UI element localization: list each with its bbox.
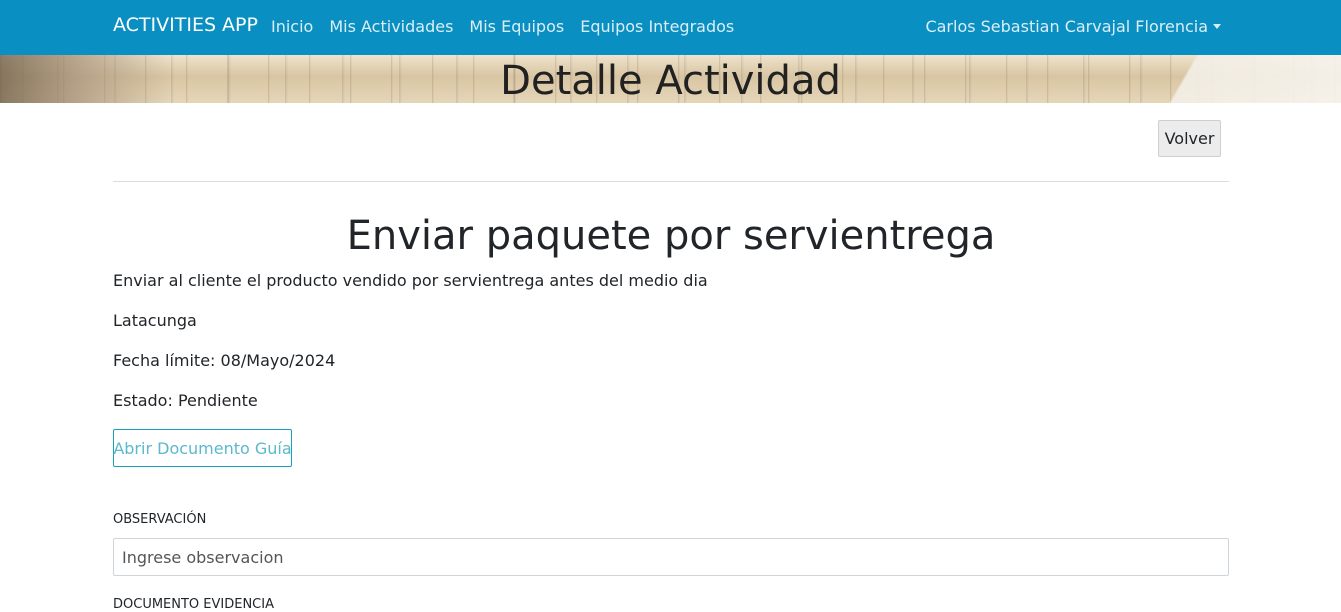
app-brand[interactable]: ACTIVITIES APP: [113, 14, 258, 36]
nav-links: Inicio Mis Actividades Mis Equipos Equip…: [271, 17, 750, 36]
nav-link-mis-equipos[interactable]: Mis Equipos: [469, 17, 564, 36]
observation-label: Observación: [113, 512, 207, 527]
top-navbar: ACTIVITIES APP Inicio Mis Actividades Mi…: [0, 0, 1341, 55]
activity-deadline: Fecha límite: 08/Mayo/2024: [113, 351, 336, 370]
nav-link-equipos-integrados[interactable]: Equipos Integrados: [580, 17, 734, 36]
activity-description: Enviar al cliente el producto vendido po…: [113, 271, 708, 290]
user-menu-dropdown[interactable]: Carlos Sebastian Carvajal Florencia: [925, 17, 1221, 36]
nav-link-mis-actividades[interactable]: Mis Actividades: [329, 17, 453, 36]
back-button[interactable]: Volver: [1158, 120, 1221, 157]
activity-title: Enviar paquete por servientrega: [346, 213, 996, 259]
page-title: Detalle Actividad: [500, 58, 841, 103]
caret-down-icon: [1213, 24, 1221, 29]
activity-location: Latacunga: [113, 311, 197, 330]
open-guide-document-button[interactable]: Abrir Documento Guía: [113, 429, 292, 467]
activity-status: Estado: Pendiente: [113, 391, 258, 410]
user-name: Carlos Sebastian Carvajal Florencia: [925, 17, 1208, 36]
nav-link-inicio[interactable]: Inicio: [271, 17, 313, 36]
page-header-banner: Detalle Actividad: [0, 55, 1341, 103]
divider: [113, 181, 1229, 182]
observation-input[interactable]: [113, 538, 1229, 576]
